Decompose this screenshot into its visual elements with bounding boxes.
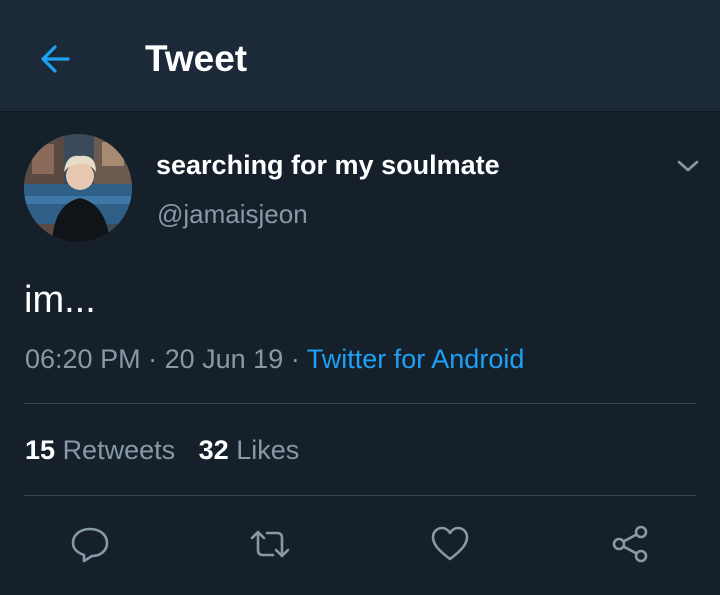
meta-separator: ·	[148, 344, 158, 374]
tweet-meta: 06:20 PM · 20 Jun 19 · Twitter for Andro…	[25, 342, 524, 376]
tweet-date: 20 Jun 19	[164, 344, 284, 374]
reply-icon	[71, 527, 109, 563]
retweets-label: Retweets	[62, 435, 176, 465]
heart-icon	[431, 526, 469, 561]
retweets-stat[interactable]: 15 Retweets	[25, 433, 175, 467]
meta-separator: ·	[290, 344, 300, 374]
author-display-name[interactable]: searching for my soulmate	[156, 148, 500, 182]
arrow-left-icon	[41, 45, 70, 73]
share-icon	[612, 525, 648, 563]
tweet-time: 06:20 PM	[25, 344, 141, 374]
tweet-options-button[interactable]	[668, 148, 708, 184]
reply-button[interactable]	[64, 518, 116, 570]
author-handle[interactable]: @jamaisjeon	[157, 197, 308, 231]
tweet-stats: 15 Retweets 32 Likes	[25, 433, 299, 467]
likes-count: 32	[198, 435, 229, 465]
like-button[interactable]	[424, 518, 476, 570]
tweet-text: im...	[24, 279, 96, 321]
avatar-photo	[24, 134, 132, 242]
retweets-count: 15	[25, 435, 56, 465]
tweet-action-bar	[0, 518, 720, 570]
divider	[24, 403, 696, 404]
avatar[interactable]	[24, 134, 132, 242]
share-button[interactable]	[604, 518, 656, 570]
chevron-down-icon	[677, 160, 699, 172]
retweet-button[interactable]	[244, 518, 296, 570]
likes-label: Likes	[236, 435, 300, 465]
divider	[24, 495, 696, 496]
top-app-bar: Tweet	[0, 0, 720, 112]
back-button[interactable]	[32, 36, 78, 82]
tweet-source-link[interactable]: Twitter for Android	[307, 344, 525, 374]
likes-stat[interactable]: 32 Likes	[199, 433, 300, 467]
retweet-icon	[250, 530, 290, 558]
page-title: Tweet	[145, 38, 248, 79]
